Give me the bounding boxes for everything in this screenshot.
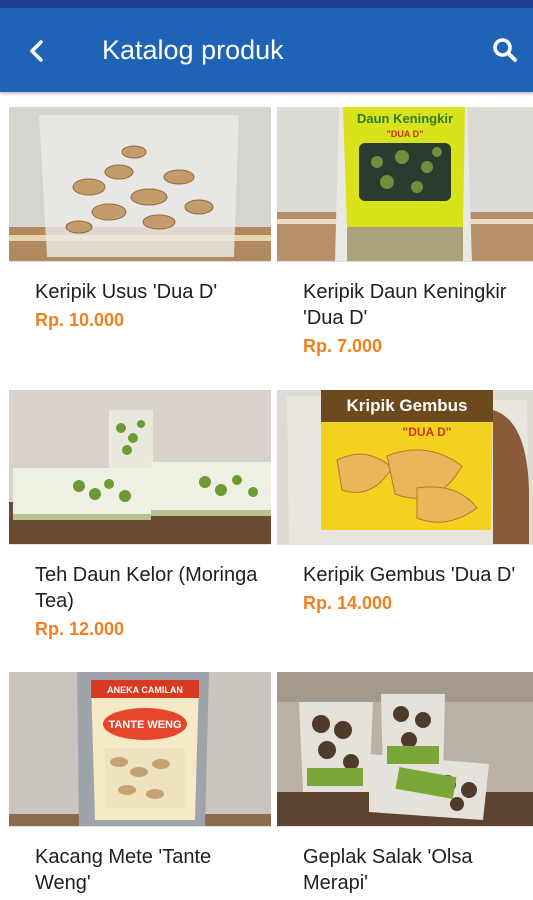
product-card[interactable]: ANEKA CAMILAN TANTE WENG Kacang Mete 'Ta… bbox=[9, 672, 271, 900]
product-name: Kacang Mete 'Tante Weng' bbox=[35, 844, 261, 900]
product-title: Kacang Mete 'Tante Weng' bbox=[35, 846, 212, 894]
package-sublabel: "DUA D" bbox=[387, 129, 424, 139]
product-title: Geplak Salak 'Olsa Merapi' bbox=[303, 846, 473, 894]
product-name: Keripik Daun Keningkir 'Dua D' Rp. 7.000 bbox=[303, 279, 529, 357]
product-price: Rp. 10.000 bbox=[35, 310, 125, 330]
back-button[interactable] bbox=[18, 32, 56, 70]
app-bar: Katalog produk bbox=[0, 8, 533, 92]
status-strip bbox=[0, 0, 533, 8]
product-title: Teh Daun Kelor (Moringa Tea) bbox=[35, 564, 258, 612]
product-card[interactable]: Teh Daun Kelor (Moringa Tea) Rp. 12.000 bbox=[9, 390, 271, 658]
package-sublabel: "DUA D" bbox=[403, 425, 452, 439]
product-grid: Keripik Usus 'Dua D' Rp. 10.000 Daun Ken… bbox=[0, 92, 533, 900]
product-card[interactable]: Daun Keningkir "DUA D" Keripik Daun Keni… bbox=[277, 107, 533, 375]
product-name: Teh Daun Kelor (Moringa Tea) Rp. 12.000 bbox=[35, 562, 261, 640]
search-button[interactable] bbox=[485, 30, 525, 70]
product-price: Rp. 14.000 bbox=[303, 593, 393, 613]
product-image bbox=[9, 390, 271, 545]
product-name: Geplak Salak 'Olsa Merapi' bbox=[303, 844, 529, 900]
product-title: Keripik Daun Keningkir 'Dua D' bbox=[303, 281, 507, 329]
product-image bbox=[9, 107, 271, 262]
product-price: Rp. 12.000 bbox=[35, 619, 125, 639]
package-label: Kripik Gembus bbox=[347, 396, 468, 415]
product-card[interactable]: Kripik Gembus "DUA D" Keripik Gembus 'Du… bbox=[277, 390, 533, 658]
back-arrow-icon bbox=[30, 40, 43, 62]
product-title: Keripik Gembus 'Dua D' bbox=[303, 564, 516, 586]
search-icon bbox=[493, 38, 517, 62]
product-card[interactable]: Keripik Usus 'Dua D' Rp. 10.000 bbox=[9, 107, 271, 375]
product-name: Keripik Usus 'Dua D' Rp. 10.000 bbox=[35, 279, 261, 331]
package-label: Daun Keningkir bbox=[357, 111, 453, 126]
product-name: Keripik Gembus 'Dua D' Rp. 14.000 bbox=[303, 562, 529, 614]
product-image bbox=[277, 672, 533, 827]
package-label: TANTE WENG bbox=[108, 719, 181, 731]
product-image: Daun Keningkir "DUA D" bbox=[277, 107, 533, 262]
package-toplabel: ANEKA CAMILAN bbox=[107, 685, 183, 695]
product-card[interactable]: Geplak Salak 'Olsa Merapi' bbox=[277, 672, 533, 900]
product-price: Rp. 7.000 bbox=[303, 336, 383, 356]
product-image: Kripik Gembus "DUA D" bbox=[277, 390, 533, 545]
page-title: Katalog produk bbox=[102, 35, 284, 65]
product-title: Keripik Usus 'Dua D' bbox=[35, 281, 218, 303]
product-image: ANEKA CAMILAN TANTE WENG bbox=[9, 672, 271, 827]
